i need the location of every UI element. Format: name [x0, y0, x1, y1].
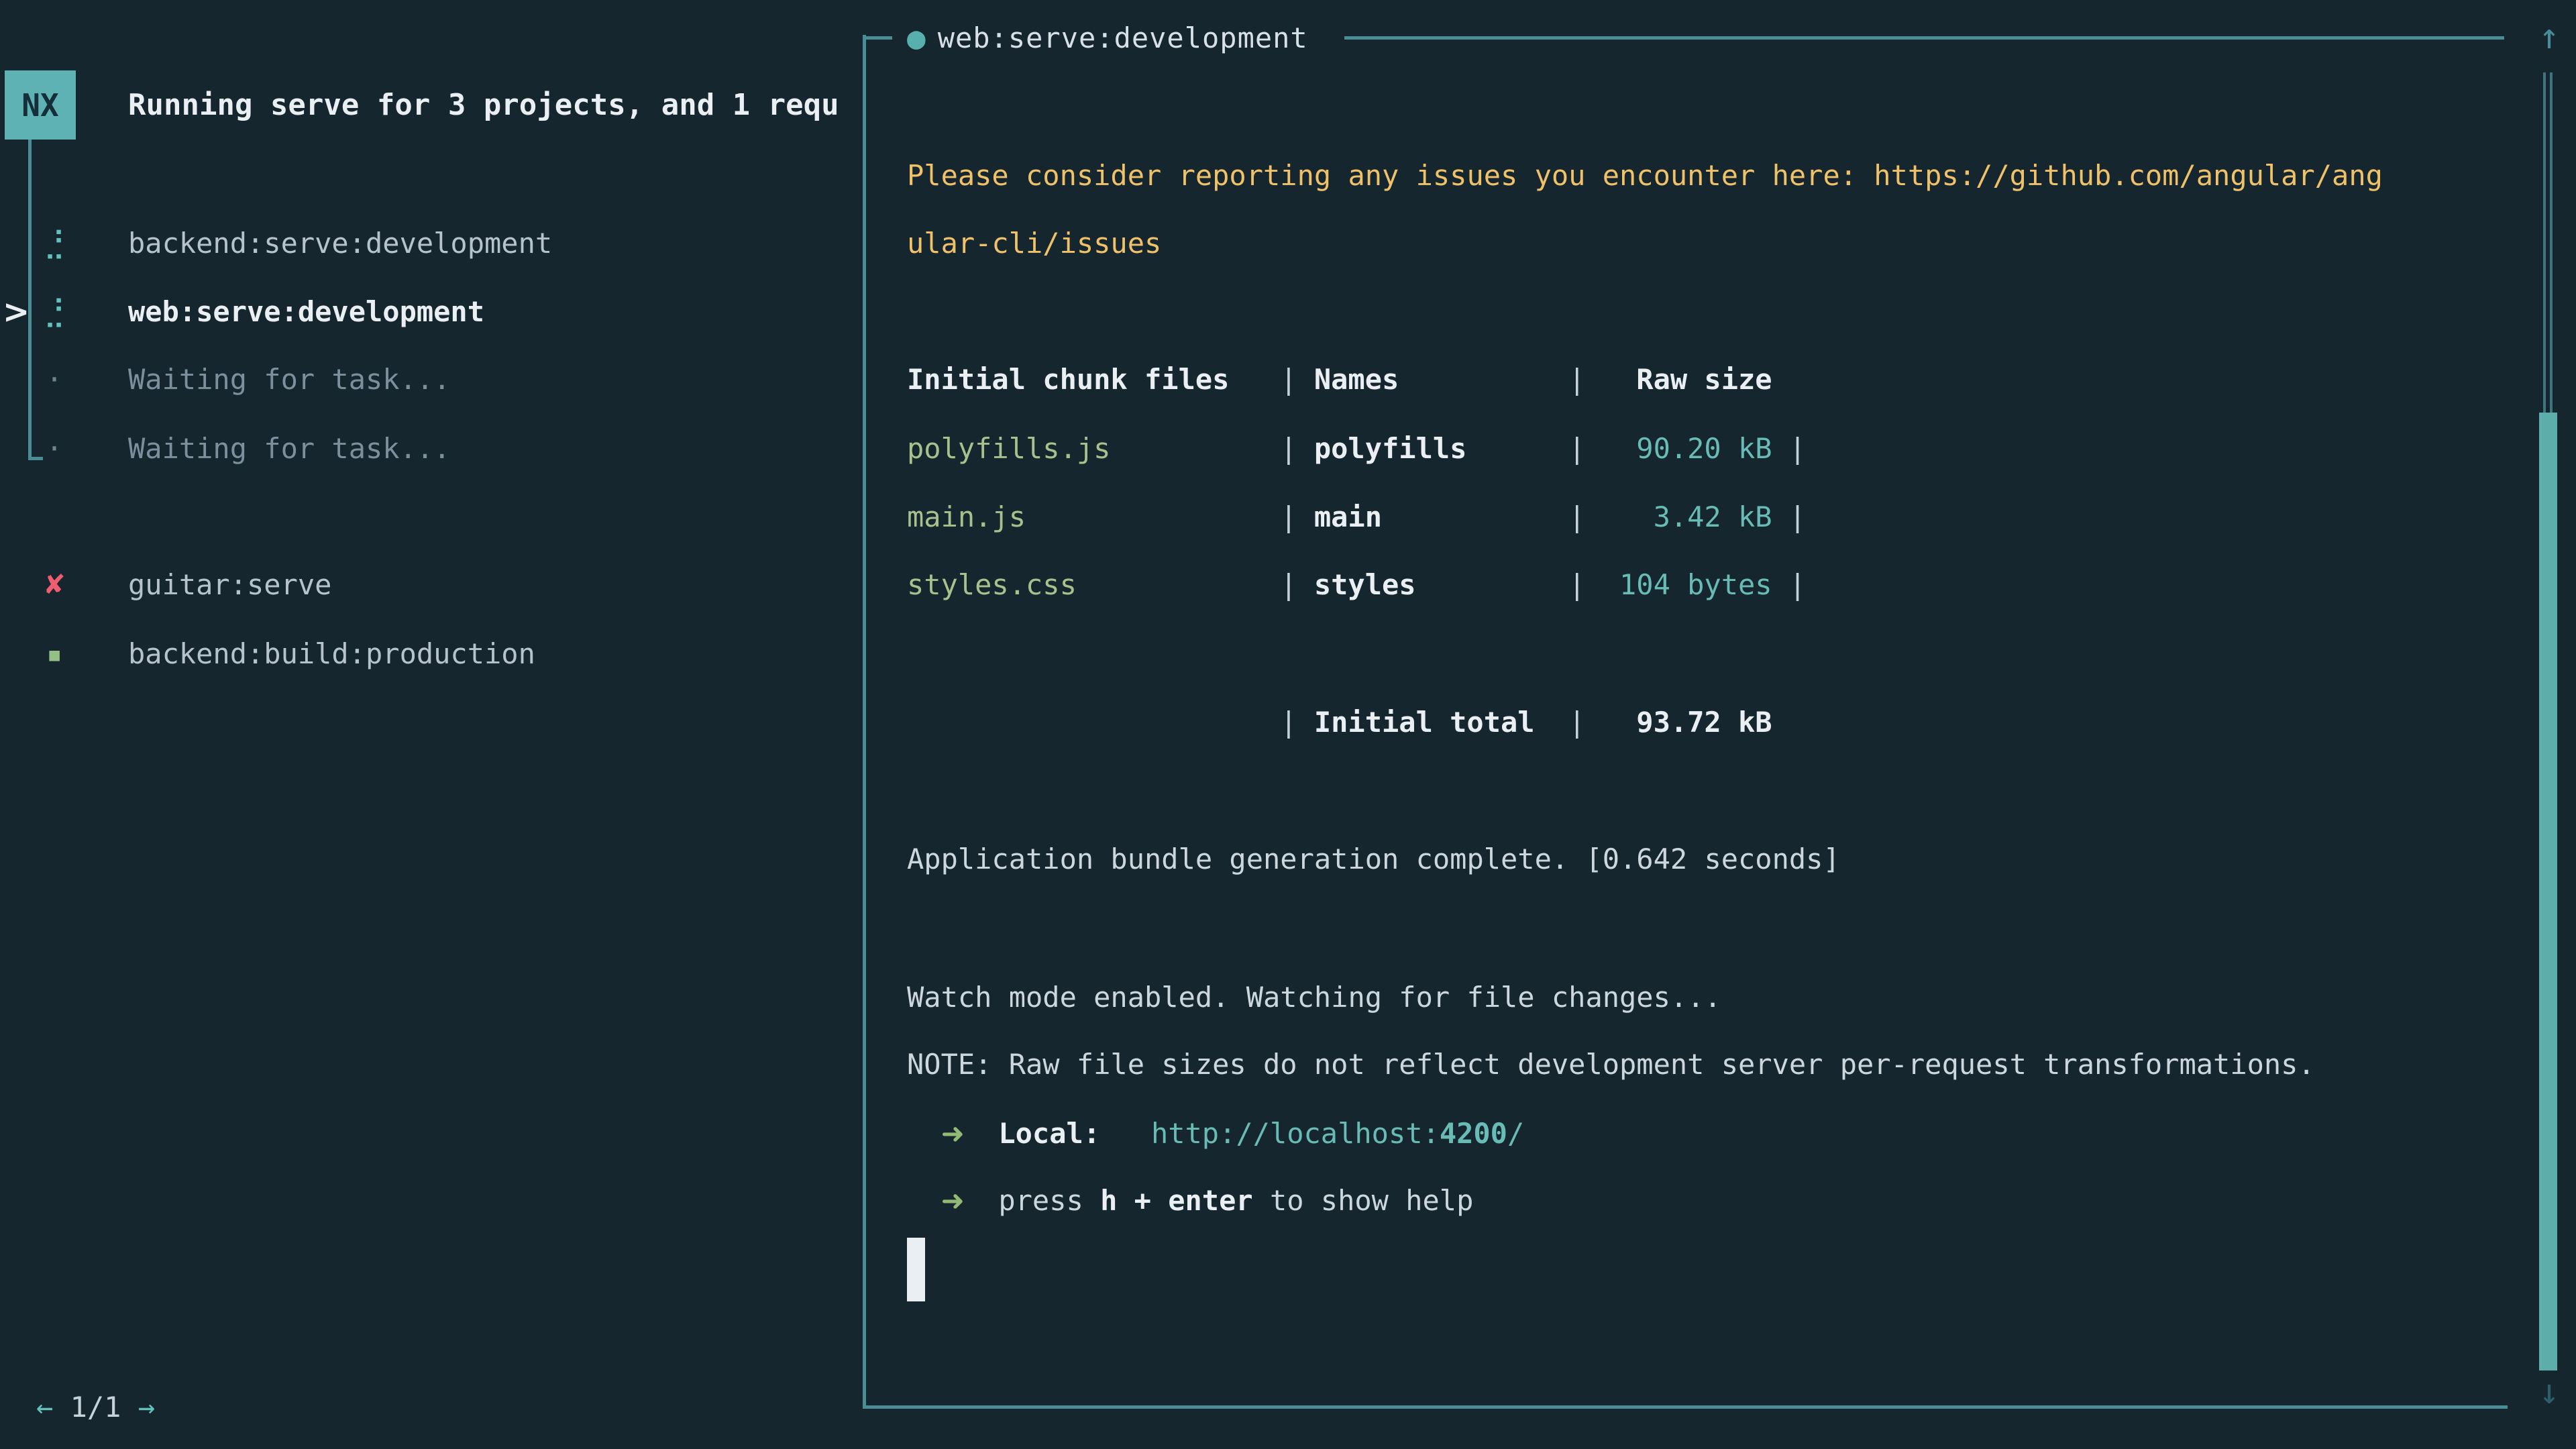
- running-status-icon: ⣘: [38, 278, 71, 346]
- chunk-size: 3.42 kB: [1603, 483, 1772, 551]
- titlebar-right-line: [1344, 36, 2504, 40]
- header-raw-size: Raw size: [1603, 345, 1772, 414]
- chunk-size: 90.20 kB: [1603, 415, 1772, 483]
- bundle-complete-message: Application bundle generation complete. …: [907, 825, 1840, 894]
- notice-line-1: Please consider reporting any issues you…: [907, 142, 2383, 210]
- help-prefix: press: [998, 1184, 1100, 1217]
- sidebar-bottom-bar: ← 1/1 → quit: q help: ?: [0, 1305, 863, 1373]
- pager: ← 1/1 →: [36, 1373, 155, 1442]
- shortcut-hints: quit: q help: ?: [527, 1442, 799, 1449]
- task-row[interactable]: ✘ guitar:serve: [0, 551, 852, 619]
- scroll-down-icon[interactable]: ↓: [2529, 1362, 2569, 1422]
- chunk-file: polyfills.js: [907, 415, 1280, 483]
- chunk-file: main.js: [907, 483, 1280, 551]
- scrollbar-thumb[interactable]: [2539, 413, 2557, 1371]
- task-label: backend:serve:development: [128, 209, 552, 278]
- task-row[interactable]: ▪ backend:build:production: [0, 620, 852, 688]
- local-server-line: ➜ Local: http://localhost:4200/: [907, 1099, 1524, 1168]
- chunk-table-row: polyfills.js| polyfills| 90.20 kB |: [907, 415, 1806, 483]
- sidebar-title: Running serve for 3 projects, and 1 requ: [128, 70, 853, 140]
- local-arrow-icon: ➜: [941, 1117, 965, 1150]
- help-suffix: to show help: [1253, 1184, 1474, 1217]
- task-row[interactable]: · Waiting for task...: [0, 345, 852, 414]
- total-size: 93.72 kB: [1603, 688, 1772, 757]
- local-label: Local:: [998, 1117, 1100, 1150]
- chunk-table-row: main.js| main| 3.42 kB |: [907, 483, 1806, 551]
- header-file: Initial chunk files: [907, 345, 1280, 414]
- success-status-icon: ▪: [38, 620, 71, 688]
- pager-value: 1/1: [70, 1391, 121, 1424]
- task-row[interactable]: · Waiting for task...: [0, 415, 852, 483]
- pager-left-icon[interactable]: ←: [36, 1391, 53, 1424]
- running-bullet-icon: ●: [907, 19, 926, 56]
- failed-status-icon: ✘: [38, 551, 71, 619]
- note-message: NOTE: Raw file sizes do not reflect deve…: [907, 1030, 2315, 1099]
- task-label: web:serve:development: [128, 278, 484, 346]
- task-row[interactable]: ⣘ backend:serve:development: [0, 209, 852, 278]
- titlebar-left-line: [863, 36, 892, 40]
- local-url[interactable]: http://localhost:4200/: [1151, 1117, 1524, 1150]
- chunk-size: 104 bytes: [1603, 551, 1772, 619]
- task-label: Waiting for task...: [128, 415, 450, 483]
- total-label: Initial total: [1314, 688, 1568, 757]
- output-panel-title: web:serve:development: [938, 21, 1308, 54]
- task-label: guitar:serve: [128, 551, 331, 619]
- chunk-file: styles.css: [907, 551, 1280, 619]
- chunk-name: polyfills: [1314, 415, 1568, 483]
- chunk-name: styles: [1314, 551, 1568, 619]
- task-row[interactable]: >⣘ web:serve:development: [0, 278, 852, 346]
- selected-chevron-icon: >: [3, 278, 30, 346]
- chunk-name: main: [1314, 483, 1568, 551]
- terminal-cursor: [907, 1238, 925, 1301]
- scrollbar-track[interactable]: [2543, 72, 2553, 413]
- watch-mode-message: Watch mode enabled. Watching for file ch…: [907, 963, 1721, 1032]
- help-hint-line: ➜ press h + enter to show help: [907, 1167, 1473, 1235]
- task-label: backend:build:production: [128, 620, 535, 688]
- pager-right-icon[interactable]: →: [138, 1391, 155, 1424]
- scroll-up-icon[interactable]: ↑: [2529, 7, 2569, 67]
- task-label: Waiting for task...: [128, 345, 450, 414]
- pager-current: [53, 1391, 70, 1424]
- notice-line-2: ular-cli/issues: [907, 209, 1161, 278]
- help-arrow-icon: ➜: [941, 1184, 965, 1217]
- help-keys: h + enter: [1100, 1184, 1253, 1217]
- waiting-status-icon: ·: [38, 345, 71, 414]
- chunk-table-row: styles.css| styles| 104 bytes |: [907, 551, 1806, 619]
- running-status-icon: ⣘: [38, 209, 71, 278]
- header-names: Names: [1314, 345, 1568, 414]
- chunk-table-header: Initial chunk files| Names| Raw size: [907, 345, 1772, 414]
- waiting-status-icon: ·: [38, 415, 71, 483]
- chunk-table-total-row: | Initial total| 93.72 kB: [907, 688, 1772, 757]
- nx-logo: NX: [5, 70, 76, 140]
- nx-terminal-ui: NX Running serve for 3 projects, and 1 r…: [0, 0, 2576, 1449]
- output-panel-titlebar: ● web:serve:development: [863, 3, 2504, 72]
- local-url-port: 4200: [1440, 1117, 1507, 1150]
